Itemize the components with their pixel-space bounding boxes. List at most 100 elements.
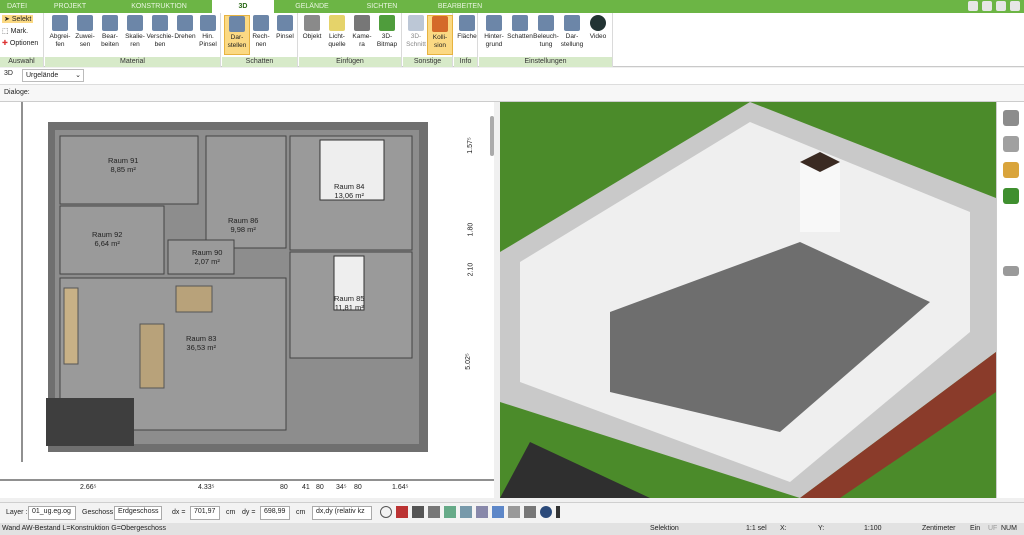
section-3d-button[interactable]: 3D- Schnitt: [403, 15, 429, 55]
geschoss-select[interactable]: Erdgeschoss: [114, 506, 162, 520]
select-button[interactable]: ➤ Selekt: [2, 15, 34, 23]
menu-icon[interactable]: [1003, 266, 1019, 276]
dim-right-3: 5.02⁵: [464, 353, 472, 370]
tab-datei[interactable]: DATEI: [0, 0, 34, 13]
mark-icon: ⬚: [2, 28, 9, 35]
display-button[interactable]: Dar-stellung: [559, 15, 585, 55]
shadow-brush-button[interactable]: Pinsel: [272, 15, 298, 55]
terrain-select[interactable]: Urgelände ⌄: [22, 69, 84, 82]
materials-icon[interactable]: [1003, 162, 1019, 178]
collision-button[interactable]: Kolli-sion: [427, 15, 453, 55]
dim-bottom-7: 1.64⁵: [392, 484, 409, 491]
material-brush-button[interactable]: Hin. Pinsel: [195, 15, 221, 55]
right-toolbar: [996, 102, 1024, 498]
ruler-icon[interactable]: [460, 506, 472, 518]
dim-bottom-4: 80: [316, 484, 324, 491]
material-assign-button[interactable]: Zuwei-sen: [72, 15, 98, 55]
mark-button[interactable]: ⬚ Mark.: [2, 27, 28, 36]
group-label: Material: [45, 57, 220, 67]
target-icon[interactable]: [380, 506, 392, 518]
section-icon: [408, 15, 424, 31]
room-label-86: Raum 86 9,98 m²: [228, 216, 259, 234]
area-button[interactable]: Fläche: [454, 15, 480, 55]
video-icon[interactable]: [396, 506, 408, 518]
status-mode: Selektion: [650, 525, 679, 532]
layer-icon[interactable]: [476, 506, 488, 518]
material-pick-button[interactable]: Abgrei-fen: [47, 15, 73, 55]
material-move-button[interactable]: Verschie-ben: [146, 15, 174, 55]
tab-projekt[interactable]: PROJEKT: [34, 0, 106, 13]
status-x: X:: [780, 525, 787, 532]
tab-gelaende[interactable]: GELÄNDE: [274, 0, 350, 13]
snap-icon[interactable]: [428, 506, 440, 518]
tree-icon: [379, 15, 395, 31]
wand-icon[interactable]: [444, 506, 456, 518]
group-sonstige: 3D- Schnitt Kolli-sion Sonstige: [403, 13, 453, 67]
print-icon[interactable]: [412, 506, 424, 518]
floor-plan[interactable]: Raum 91 8,85 m² Raum 92 6,64 m² Raum 86 9,9…: [0, 102, 494, 498]
shadow-show-button[interactable]: Dar-stellen: [224, 15, 250, 55]
close-icon[interactable]: [1010, 1, 1020, 11]
lighting-button[interactable]: Beleuch-tung: [533, 15, 559, 55]
material-scale-button[interactable]: Skalie-ren: [122, 15, 148, 55]
chevron-down-icon: ⌄: [75, 72, 81, 79]
group-label: Info: [454, 57, 477, 67]
dim-bottom-0: 2.66⁵: [80, 484, 97, 491]
view-icon[interactable]: [508, 506, 520, 518]
group-label: Einfügen: [299, 57, 401, 67]
play-icon: [590, 15, 606, 31]
status-y: Y:: [818, 525, 825, 532]
view-mode-label: 3D: [4, 70, 13, 77]
options-button[interactable]: ✚ Optionen: [2, 39, 38, 48]
room-label-85: Raum 85 11,81 m²: [334, 294, 365, 312]
dx-input[interactable]: 701,97: [190, 506, 220, 520]
help-icon[interactable]: [996, 1, 1006, 11]
restore-icon[interactable]: [982, 1, 992, 11]
dialog-label: Dialoge:: [4, 89, 30, 96]
insert-camera-button[interactable]: Kame-ra: [349, 15, 375, 55]
shadow-settings-button[interactable]: Schatten: [507, 15, 533, 55]
3d-view[interactable]: [500, 102, 996, 498]
group-einfuegen: Objekt Licht-quelle Kame-ra 3D- Bitmap Ei…: [299, 13, 402, 67]
layer-label: Layer :: [6, 509, 28, 516]
tree-icon[interactable]: [1003, 188, 1019, 204]
ribbon: ➤ Selekt ⬚ Mark. ✚ Optionen Auswahl Abgrei-…: [0, 13, 1024, 67]
group-auswahl: ➤ Selekt ⬚ Mark. ✚ Optionen Auswahl: [0, 13, 44, 67]
status-unit: Zentimeter: [922, 525, 956, 532]
room-label-91: Raum 91 8,85 m²: [108, 156, 139, 174]
sofa-icon: [175, 285, 213, 313]
insert-object-button[interactable]: Objekt: [299, 15, 325, 55]
chair-icon[interactable]: [1003, 136, 1019, 152]
plan-scrollbar[interactable]: [490, 116, 494, 156]
ribbon-tabs: DATEI PROJEKT KONSTRUKTION 3D GELÄNDE SI…: [0, 0, 1024, 13]
video-button[interactable]: Video: [585, 15, 611, 55]
material-edit-button[interactable]: Bear-beiten: [97, 15, 123, 55]
layers-icon[interactable]: [1003, 110, 1019, 126]
grid-icon[interactable]: [524, 506, 536, 518]
insert-light-button[interactable]: Licht-quelle: [324, 15, 350, 55]
shadow-calc-button[interactable]: Rech-nen: [248, 15, 274, 55]
dy-input[interactable]: 698,99: [260, 506, 290, 520]
group-material: Abgrei-fen Zuwei-sen Bear-beiten Skalie-…: [45, 13, 221, 67]
select-icon[interactable]: [492, 506, 504, 518]
layer-select[interactable]: 01_ug.eg.og: [28, 506, 76, 520]
tab-3d[interactable]: 3D: [212, 0, 274, 13]
scale-icon: [127, 15, 143, 31]
dim-right-2: 2.10: [467, 262, 475, 277]
room-label-92: Raum 92 6,64 m²: [92, 230, 123, 248]
view-bar: 3D Urgelände ⌄: [0, 68, 1024, 85]
tab-konstruktion[interactable]: KONSTRUKTION: [106, 0, 212, 13]
status-bar: Wand AW-Bestand L=Konstruktion G=Oberges…: [0, 523, 1024, 535]
move-icon: [152, 15, 168, 31]
minimize-icon[interactable]: [968, 1, 978, 11]
group-label: Schatten: [222, 57, 297, 67]
north-icon[interactable]: [540, 506, 552, 518]
tab-bearbeiten[interactable]: BEARBEITEN: [414, 0, 506, 13]
dialog-bar: Dialoge:: [0, 85, 1024, 102]
coord-mode-select[interactable]: dx,dy (relativ kz: [312, 506, 372, 520]
tab-sichten[interactable]: SICHTEN: [350, 0, 414, 13]
dim-bottom-2: 80: [280, 484, 288, 491]
chimney: [800, 162, 840, 232]
background-button[interactable]: Hinter-grund: [481, 15, 507, 55]
insert-bitmap-button[interactable]: 3D- Bitmap: [374, 15, 400, 55]
